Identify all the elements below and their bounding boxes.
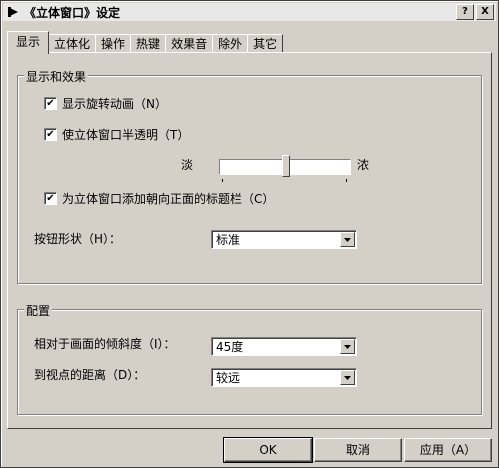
opacity-slider-thumb[interactable] <box>282 155 291 177</box>
distance-label: 到视点的距离（D）： <box>34 368 146 382</box>
chevron-down-icon[interactable] <box>340 339 355 354</box>
chevron-down-icon[interactable] <box>340 370 355 385</box>
slider-high-label: 浓 <box>357 158 370 172</box>
tab-strip: 显示 立体化 操作 热键 效果音 除外 其它 <box>7 31 284 54</box>
tilt-value: 45度 <box>216 340 244 354</box>
slider-low-label: 淡 <box>181 158 194 172</box>
config-group: 配置 <box>17 302 482 415</box>
group-title: 显示和效果 <box>24 68 89 85</box>
button-shape-label: 按钮形状（H）： <box>34 232 122 246</box>
window-title: 《立体窗口》设定 <box>24 5 121 20</box>
rotate-animation-label: 显示旋转动画（N） <box>62 97 167 111</box>
tab-3d[interactable]: 立体化 <box>48 34 97 53</box>
close-button[interactable]: X <box>476 4 494 20</box>
titlebar-label: 为立体窗口添加朝向正面的标题栏（C） <box>62 192 275 206</box>
ok-button[interactable]: OK <box>223 437 313 463</box>
tab-hotkey[interactable]: 热键 <box>130 34 167 53</box>
tab-display[interactable]: 显示 <box>7 31 50 54</box>
chevron-down-icon[interactable] <box>340 232 355 247</box>
distance-value: 较远 <box>216 371 241 385</box>
tilt-select[interactable]: 45度 <box>211 337 357 356</box>
cancel-button[interactable]: 取消 <box>314 438 402 462</box>
tab-operation[interactable]: 操作 <box>95 34 132 53</box>
group-title: 配置 <box>24 302 53 319</box>
translucent-label: 使立体窗口半透明（T） <box>62 128 190 142</box>
apply-button[interactable]: 应用（A） <box>404 438 492 462</box>
tab-exclude[interactable]: 除外 <box>212 34 249 53</box>
distance-select[interactable]: 较远 <box>211 368 357 387</box>
rotate-animation-option[interactable]: ✔ 显示旋转动画（N） <box>44 95 167 112</box>
button-shape-select[interactable]: 标准 <box>211 230 357 249</box>
titlebar-option[interactable]: ✔ 为立体窗口添加朝向正面的标题栏（C） <box>44 190 274 207</box>
translucent-checkbox[interactable]: ✔ <box>44 128 57 141</box>
tab-other[interactable]: 其它 <box>247 34 284 53</box>
button-shape-value: 标准 <box>216 233 241 247</box>
slider-tick <box>222 179 223 182</box>
title-bar: 《立体窗口》设定 ? X <box>3 3 496 21</box>
settings-window: 《立体窗口》设定 ? X 显示 立体化 操作 热键 效果音 除外 其它 显示和效… <box>0 0 499 468</box>
help-button[interactable]: ? <box>456 4 474 20</box>
slider-tick <box>346 179 347 182</box>
tab-panel-display: 显示和效果 ✔ 显示旋转动画（N） ✔ 使立体窗口半透明（T） 淡 浓 ✔ 为立… <box>7 52 492 429</box>
translucent-option[interactable]: ✔ 使立体窗口半透明（T） <box>44 126 189 143</box>
tilt-label: 相对于画面的倾斜度（I）： <box>34 337 176 351</box>
rotate-animation-checkbox[interactable]: ✔ <box>44 97 57 110</box>
app-icon <box>6 5 20 19</box>
tab-sound[interactable]: 效果音 <box>165 34 214 53</box>
titlebar-checkbox[interactable]: ✔ <box>44 192 57 205</box>
